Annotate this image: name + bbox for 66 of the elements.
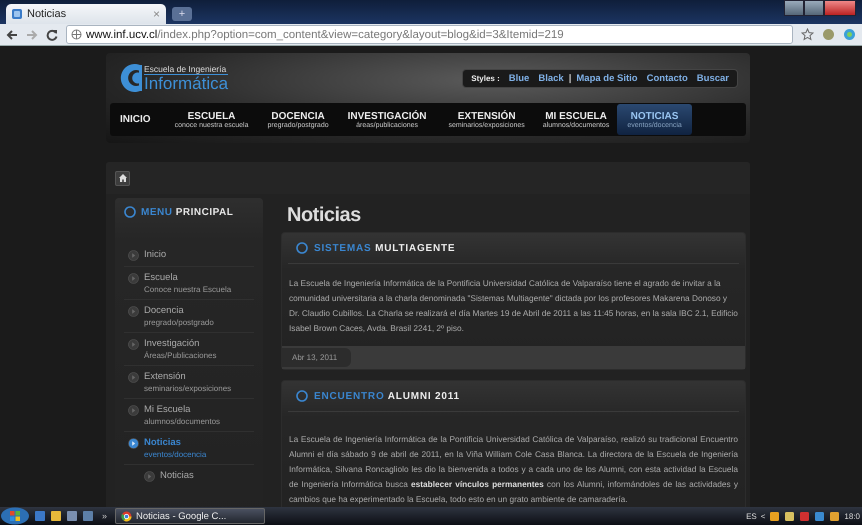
home-icon (118, 174, 126, 182)
sidebar-title: MENU PRINCIPAL (141, 206, 234, 218)
styles-label: Styles : (471, 74, 500, 82)
taskbar-button[interactable]: Noticias - Google C... (115, 508, 266, 524)
tray-icon (784, 510, 796, 522)
bullet-icon (128, 250, 139, 261)
forward-icon (26, 28, 38, 40)
logo-title: Informática (144, 74, 228, 92)
article-text: La Escuela de Ingeniería Informática de la Pontificia Universidad Católica de Valparaíso, realizó su tradicional Encuentro Alumni el día sábado 9 de abril de 2011, en la Viña William Cole Casa Blanca. La directora de la Escuela de Ingeniería Informática, Silvana Roncagliolo les dio la bienvenida a todos y a cada uno de los Alumni, con esta actividad la Escuela de Ingeniería Informática busca establecer vínculos permanentes con los Alumni, informándoles de las actividades y cambios que ha experimentado la Escuela, todo esto en un grato ambiente de camaradería. (288, 433, 739, 506)
maximize-button[interactable] (804, 0, 824, 16)
browser-tab[interactable]: Noticias × (6, 4, 166, 24)
bullet-icon (128, 438, 139, 449)
bullet-icon (144, 471, 155, 482)
reload-icon (46, 28, 58, 40)
new-tab-button[interactable]: + (172, 7, 192, 21)
sidebar-item[interactable]: Inicio (144, 249, 166, 260)
sidebar-item[interactable]: Extensión seminarios/exposiciones (144, 371, 232, 393)
bullet-icon (128, 405, 139, 416)
page-title: Noticias (287, 204, 362, 227)
start-button-icon (0, 507, 30, 525)
home-button[interactable] (115, 170, 130, 186)
tab-title: Noticias (27, 8, 68, 20)
header-link[interactable]: Contacto (646, 72, 688, 84)
clock: 18:0 (844, 512, 860, 520)
nav-item[interactable]: INICIO (112, 103, 163, 136)
ring-icon (296, 390, 308, 402)
extension-icon (843, 28, 856, 41)
close-button[interactable] (824, 0, 856, 16)
globe-icon (71, 29, 82, 40)
header-link[interactable]: Buscar (696, 72, 729, 84)
bullet-icon (128, 372, 139, 383)
app-icon (82, 510, 94, 522)
article-title[interactable]: ENCUENTRO ALUMNI 2011 (314, 390, 460, 402)
article-title[interactable]: SISTEMAS MULTIAGENTE (314, 242, 456, 254)
article-text: La Escuela de Ingeniería Informática de la Pontificia Universidad Católica de Valparaíso tiene el agrado de invitar a la comunidad universitaria a la charla denominada "Sistemas Multiagente" dictada por los profesores Makarena Donoso y Dr. Claudio Cubillos. La Charla se realizará el día Martes 19 de Abril de 2011 a las 11:45 horas, en la sala IBC 2.1, Edificio Isabel Brown Caces, Avda. Brasil 2241, 2º piso. (288, 277, 739, 335)
bullet-icon (128, 273, 139, 284)
header-link[interactable]: Mapa de Sitio (576, 72, 638, 84)
sidebar-item[interactable]: Noticias eventos/docencia (144, 437, 206, 459)
article-date: Abr 13, 2011 (282, 348, 352, 367)
minimize-button[interactable] (784, 0, 804, 16)
star-icon (801, 28, 814, 41)
browser-icon (121, 510, 132, 522)
ring-icon (124, 206, 136, 218)
logo-subtitle: Escuela de Ingeniería (144, 64, 228, 74)
sidebar-item[interactable]: Escuela Conoce nuestra Escuela (144, 272, 232, 294)
address-field[interactable]: www.inf.ucv.cl/index.php?option=com_content&view=category&layout=blog&id=3&Itemid=219 (66, 25, 793, 44)
app-icon (66, 510, 78, 522)
language-indicator[interactable]: ES (746, 512, 757, 520)
sidebar-item[interactable]: Noticias (160, 470, 194, 481)
header-link[interactable]: Blue (508, 72, 530, 84)
bullet-icon (128, 339, 139, 350)
page-icon (12, 9, 22, 19)
back-icon (6, 28, 18, 40)
logo-icon (118, 63, 142, 93)
sidebar-item[interactable]: Docencia pregrado/postgrado (144, 305, 214, 327)
tray-icon (799, 510, 810, 522)
extension-icon (822, 28, 835, 41)
sidebar-item[interactable]: Investigación Áreas/Publicaciones (144, 338, 216, 360)
bullet-icon (128, 306, 139, 317)
tray-arrow[interactable]: < (760, 512, 766, 520)
more-button[interactable]: » (102, 511, 108, 521)
header-link[interactable]: Black (538, 72, 564, 84)
ring-icon (296, 242, 308, 254)
sidebar-item[interactable]: Mi Escuela alumnos/documentos (144, 404, 220, 426)
link-separator: | (568, 72, 572, 84)
tray-icon (769, 510, 780, 522)
